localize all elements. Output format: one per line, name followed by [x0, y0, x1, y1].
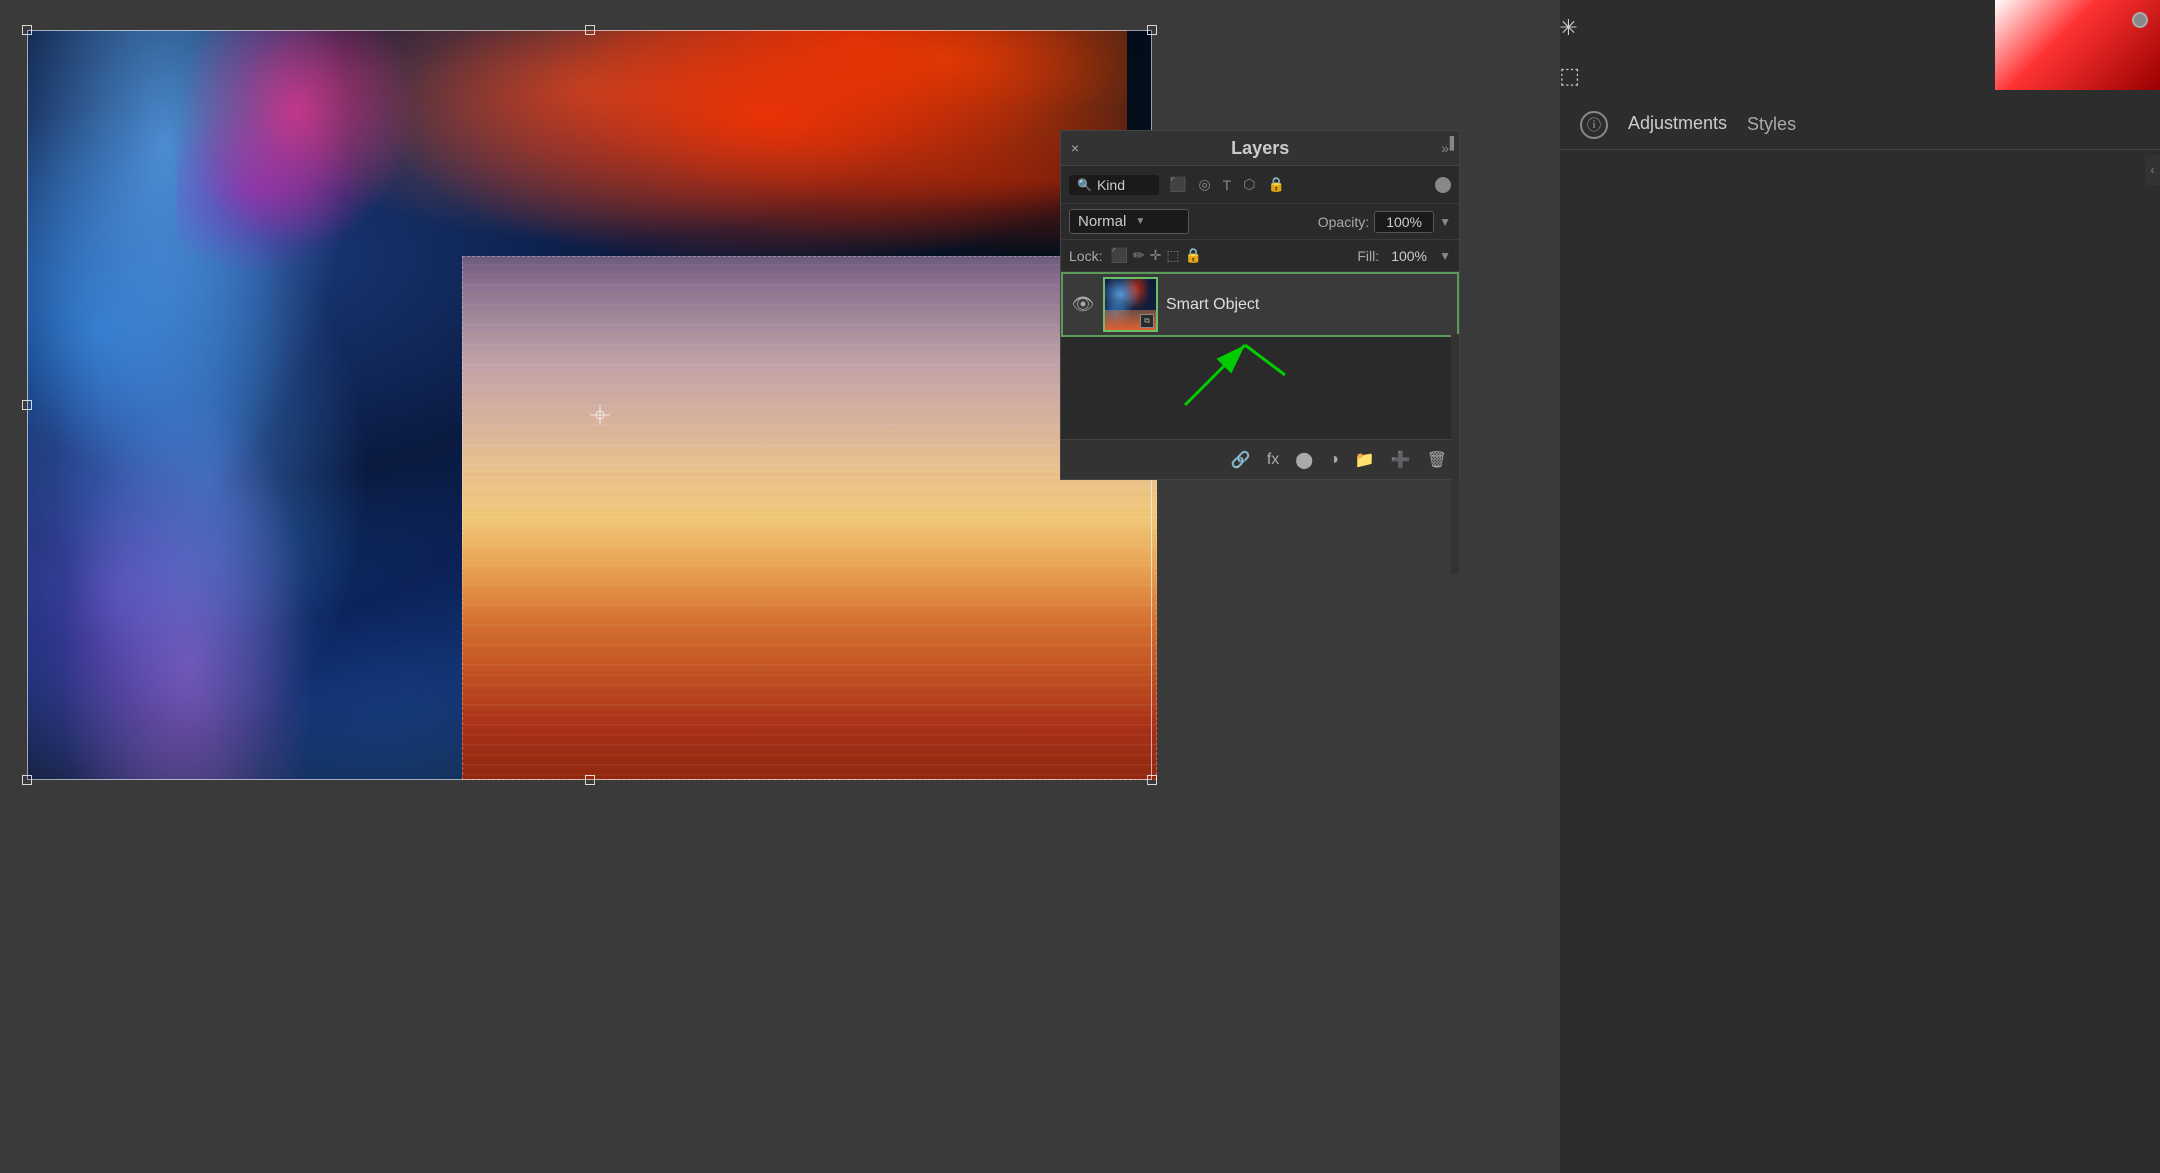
layer-name-label: Smart Object — [1166, 296, 1449, 314]
filter-text-icon[interactable]: T — [1219, 175, 1236, 195]
fill-value[interactable]: 100% — [1384, 246, 1434, 266]
opacity-label: Opacity: — [1318, 214, 1369, 230]
lock-paint-icon[interactable]: ✏ — [1133, 247, 1145, 264]
filter-toggle[interactable] — [1435, 177, 1451, 193]
layers-close-button[interactable]: × — [1071, 140, 1079, 156]
search-icon: 🔍 — [1077, 178, 1092, 192]
filter-pixel-icon[interactable]: ⬛ — [1165, 174, 1190, 195]
opacity-chevron: ▼ — [1439, 215, 1451, 229]
blend-mode-value: Normal — [1078, 213, 1126, 230]
layer-mask-icon[interactable]: ⬤ — [1291, 446, 1317, 474]
layers-bottom-toolbar: 🔗 fx ⬤ ◑ 📁 ➕ 🗑 — [1061, 439, 1459, 479]
layer-new-icon[interactable]: ➕ — [1387, 446, 1415, 474]
filter-kind-label: Kind — [1097, 177, 1125, 193]
lock-transparency-icon[interactable]: ⬛ — [1110, 247, 1127, 264]
layer-link-icon[interactable]: 🔗 — [1227, 446, 1255, 474]
layers-panel-title: Layers — [1231, 138, 1289, 159]
layer-thumbnail: ⧉ — [1103, 277, 1158, 332]
lock-label: Lock: — [1069, 248, 1102, 264]
adjustments-tabs: ⓘ Adjustments Styles — [1560, 100, 2160, 150]
layer-item[interactable]: 👁 ⧉ Smart Object — [1061, 272, 1459, 337]
layers-panel-header: × Layers » ▐ — [1061, 131, 1459, 166]
color-picker-area[interactable] — [1995, 0, 2160, 90]
fill-chevron: ▼ — [1439, 249, 1451, 263]
right-side-panel — [1560, 0, 2160, 1173]
lock-all-icon[interactable]: 🔒 — [1185, 247, 1202, 264]
lock-row: Lock: ⬛ ✏ ✛ ⬚ 🔒 Fill: 100% ▼ — [1061, 240, 1459, 272]
filter-shape-icon[interactable]: ⬡ — [1239, 174, 1259, 195]
layer-filter-search[interactable]: 🔍 Kind — [1069, 175, 1159, 195]
blend-mode-row: Normal ▼ Opacity: 100% ▼ — [1061, 204, 1459, 240]
layers-scrollbar[interactable] — [1451, 334, 1459, 574]
layer-visibility-toggle[interactable]: 👁 — [1071, 293, 1095, 317]
opacity-value[interactable]: 100% — [1374, 211, 1434, 233]
filter-smart-icon[interactable]: 🔒 — [1263, 174, 1288, 195]
lock-artboard-icon[interactable]: ⬚ — [1166, 247, 1179, 264]
layers-icon[interactable]: ⬚ — [1559, 63, 1580, 89]
top-right-icons: ✳ ⬚ — [1559, 15, 1580, 89]
layer-adjustment-icon[interactable]: ◑ — [1325, 447, 1343, 473]
styles-tab[interactable]: Styles — [1747, 114, 1796, 135]
blend-mode-dropdown[interactable]: Normal ▼ — [1069, 209, 1189, 234]
color-picker-handle[interactable] — [2132, 12, 2148, 28]
layer-fx-icon[interactable]: fx — [1263, 447, 1283, 473]
adjustments-tab[interactable]: Adjustments — [1628, 113, 1727, 136]
lock-icons-group: ⬛ ✏ ✛ ⬚ 🔒 — [1110, 247, 1202, 264]
fill-section: Fill: 100% ▼ — [1357, 246, 1451, 266]
eye-icon: 👁 — [1072, 294, 1095, 315]
layer-filter-row: 🔍 Kind ⬛ ◎ T ⬡ 🔒 — [1061, 166, 1459, 204]
fill-label: Fill: — [1357, 248, 1379, 264]
filter-icons-group: ⬛ ◎ T ⬡ 🔒 — [1165, 174, 1289, 195]
layers-scroll-bar-indicator: ▐ — [1445, 136, 1454, 150]
smart-badge-icon: ⧉ — [1144, 316, 1150, 326]
sunset-streaks — [462, 256, 1157, 780]
sun-icon[interactable]: ✳ — [1559, 15, 1580, 41]
layer-group-icon[interactable]: 📁 — [1351, 446, 1379, 474]
panel-collapse-button[interactable]: ‹ — [2145, 155, 2160, 185]
layers-panel: × Layers » ▐ 🔍 Kind ⬛ ◎ T ⬡ 🔒 Normal ▼ O… — [1060, 130, 1460, 480]
smart-object-overlay[interactable] — [462, 256, 1157, 780]
blend-mode-chevron: ▼ — [1135, 216, 1145, 227]
info-icon-button[interactable]: ⓘ — [1580, 111, 1608, 139]
layer-delete-icon[interactable]: 🗑 — [1423, 446, 1451, 474]
filter-adjust-icon[interactable]: ◎ — [1194, 174, 1214, 195]
opacity-section: Opacity: 100% ▼ — [1318, 211, 1451, 233]
lock-move-icon[interactable]: ✛ — [1150, 247, 1162, 264]
smart-object-badge: ⧉ — [1140, 314, 1154, 328]
